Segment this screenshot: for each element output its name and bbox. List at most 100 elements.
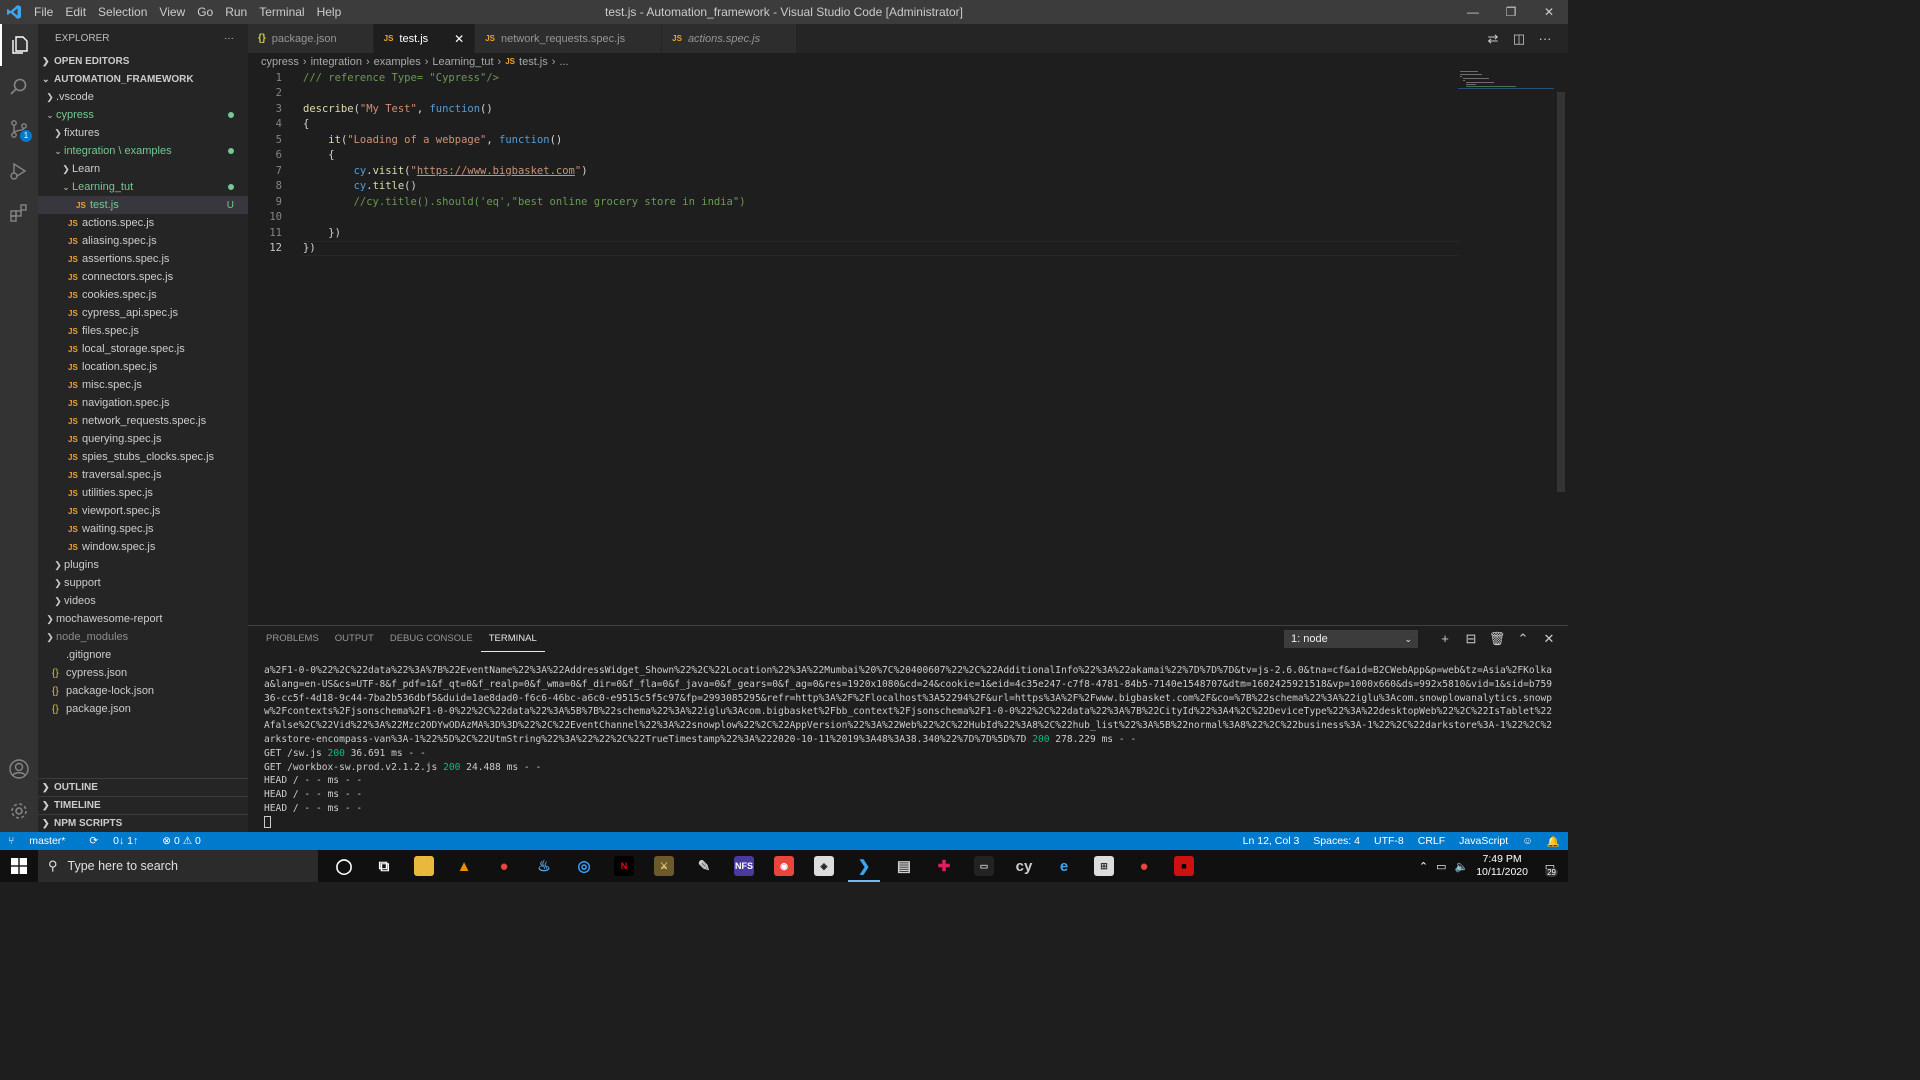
menu-file[interactable]: File	[28, 0, 59, 24]
panel-tab-output[interactable]: OUTPUT	[327, 626, 382, 652]
scrollbar-thumb[interactable]	[1557, 92, 1565, 492]
explorer-icon[interactable]	[0, 24, 38, 66]
file-item[interactable]: JS misc.spec.js	[38, 376, 248, 394]
file-item[interactable]: JS cypress_api.spec.js	[38, 304, 248, 322]
folder-item[interactable]: ❯ Learn	[38, 160, 248, 178]
file-item[interactable]: JS utilities.spec.js	[38, 484, 248, 502]
taskbar-clock[interactable]: 7:49 PM 10/11/2020	[1476, 853, 1528, 879]
settings-gear-icon[interactable]	[0, 790, 38, 832]
terminal-icon[interactable]: ▭	[964, 850, 1004, 882]
folder-item[interactable]: ❯ support	[38, 574, 248, 592]
branch-status[interactable]: ⑂ master*	[8, 835, 77, 847]
minimap[interactable]	[1458, 70, 1554, 90]
network-icon[interactable]: ▭	[1436, 860, 1446, 873]
breadcrumb-item[interactable]: examples	[374, 56, 421, 68]
problems-status[interactable]: ⊗ 0 ⚠ 0	[162, 835, 201, 847]
code-line[interactable]: 3 describe("My Test", function()	[248, 101, 1568, 117]
editor-tab[interactable]: JS actions.spec.js	[662, 24, 798, 53]
red-app-icon[interactable]: ■	[1164, 850, 1204, 882]
folder-item[interactable]: ❯ mochawesome-report	[38, 610, 248, 628]
npm-scripts-section[interactable]: ❯ NPM SCRIPTS	[38, 814, 248, 832]
volume-icon[interactable]: 🔈	[1455, 860, 1469, 873]
file-item[interactable]: .gitignore	[38, 646, 248, 664]
folder-item[interactable]: ❯ videos	[38, 592, 248, 610]
split-editor-icon[interactable]: ◫	[1506, 31, 1532, 47]
menu-view[interactable]: View	[153, 0, 191, 24]
file-item[interactable]: JS cookies.spec.js	[38, 286, 248, 304]
code-editor[interactable]: 1 /// reference Type= "Cypress"/> 2 3 descri…	[248, 70, 1568, 625]
indentation[interactable]: Spaces: 4	[1313, 835, 1360, 848]
vlc-icon[interactable]: ▲	[444, 850, 484, 882]
close-window-button[interactable]: ✕	[1530, 0, 1568, 24]
file-item[interactable]: {} package-lock.json	[38, 682, 248, 700]
kill-terminal-icon[interactable]: 🗑	[1484, 630, 1510, 648]
editor-tab[interactable]: {} package.json	[248, 24, 374, 53]
file-item[interactable]: JS actions.spec.js	[38, 214, 248, 232]
slack-icon[interactable]: ✚	[924, 850, 964, 882]
edge-icon[interactable]: e	[1044, 850, 1084, 882]
menu-run[interactable]: Run	[219, 0, 253, 24]
cortana-icon[interactable]: ◯	[324, 850, 364, 882]
restore-button[interactable]: ❐	[1492, 0, 1530, 24]
project-section[interactable]: ⌄ AUTOMATION_FRAMEWORK	[38, 70, 248, 88]
more-actions-icon[interactable]: ···	[224, 33, 234, 44]
file-item[interactable]: JS local_storage.spec.js	[38, 340, 248, 358]
terminal-output[interactable]: a%2F1-0-0%22%2C%22data%22%3A%7B%22EventN…	[264, 664, 1552, 830]
file-item[interactable]: JS viewport.spec.js	[38, 502, 248, 520]
file-item[interactable]: JS querying.spec.js	[38, 430, 248, 448]
editor-tab[interactable]: JS test.js ✕	[373, 24, 476, 53]
code-line[interactable]: 5 it("Loading of a webpage", function()	[248, 132, 1568, 148]
more-actions-icon[interactable]: ···	[1532, 31, 1558, 46]
folder-item[interactable]: ❯ plugins	[38, 556, 248, 574]
split-terminal-icon[interactable]: ⊟	[1458, 630, 1484, 648]
code-line[interactable]: 11 })	[248, 225, 1568, 241]
file-item[interactable]: {} cypress.json	[38, 664, 248, 682]
steam-icon[interactable]: ♨	[524, 850, 564, 882]
file-item[interactable]: JS location.spec.js	[38, 358, 248, 376]
folder-item[interactable]: ❯ .vscode	[38, 88, 248, 106]
file-item[interactable]: JS network_requests.spec.js	[38, 412, 248, 430]
menu-go[interactable]: Go	[191, 0, 219, 24]
sync-status[interactable]: ⟳ 0↓ 1↑	[89, 835, 150, 847]
account-icon[interactable]	[0, 748, 38, 790]
breadcrumb-item[interactable]: ...	[559, 56, 568, 68]
extensions-icon[interactable]	[0, 192, 38, 234]
breadcrumb-item[interactable]: cypress	[261, 56, 299, 68]
menu-help[interactable]: Help	[311, 0, 348, 24]
taskbar-search[interactable]: ⚲ Type here to search	[38, 850, 318, 882]
source-control-icon[interactable]: 1	[0, 108, 38, 150]
file-item[interactable]: JS waiting.spec.js	[38, 520, 248, 538]
timeline-section[interactable]: ❯ TIMELINE	[38, 796, 248, 814]
file-explorer-icon[interactable]: ▬	[404, 850, 444, 882]
compare-icon[interactable]: ⇄	[1480, 31, 1506, 47]
close-tab-icon[interactable]: ✕	[454, 32, 464, 46]
cypress-icon[interactable]: cy	[1004, 850, 1044, 882]
encoding[interactable]: UTF-8	[1374, 835, 1404, 848]
code-line[interactable]: 7 cy.visit("https://www.bigbasket.com")	[248, 163, 1568, 179]
search-icon[interactable]	[0, 66, 38, 108]
file-item[interactable]: {} package.json	[38, 700, 248, 718]
open-editors-section[interactable]: ❯ OPEN EDITORS	[38, 52, 248, 70]
file-item[interactable]: JS assertions.spec.js	[38, 250, 248, 268]
action-center-icon[interactable]: ▭ 29	[1540, 850, 1568, 882]
game-icon[interactable]: ⚔	[644, 850, 684, 882]
file-item[interactable]: JS files.spec.js	[38, 322, 248, 340]
code-line[interactable]: 9 //cy.title().should('eq',"best online …	[248, 194, 1568, 210]
code-line[interactable]: 6 {	[248, 148, 1568, 164]
netflix-icon[interactable]: N	[604, 850, 644, 882]
feedback-icon[interactable]: ☺	[1522, 835, 1533, 848]
panel-tab-problems[interactable]: PROBLEMS	[258, 626, 327, 652]
tool-icon[interactable]: ✎	[684, 850, 724, 882]
notifications-bell-icon[interactable]: 🔔	[1547, 835, 1560, 848]
terminal-select[interactable]: 1: node ⌄	[1284, 630, 1418, 648]
store-icon[interactable]: ⊞	[1084, 850, 1124, 882]
code-line[interactable]: 10	[248, 210, 1568, 226]
panel-tab-terminal[interactable]: TERMINAL	[480, 626, 545, 652]
folder-item[interactable]: ⌄ integration \ examples	[38, 142, 248, 160]
terminal-prompt[interactable]	[264, 815, 1552, 830]
breadcrumb-item[interactable]: test.js	[519, 56, 548, 68]
chrome2-icon[interactable]: ●	[1124, 850, 1164, 882]
folder-item[interactable]: ⌄ cypress	[38, 106, 248, 124]
run-debug-icon[interactable]	[0, 150, 38, 192]
end-of-line[interactable]: CRLF	[1418, 835, 1445, 848]
